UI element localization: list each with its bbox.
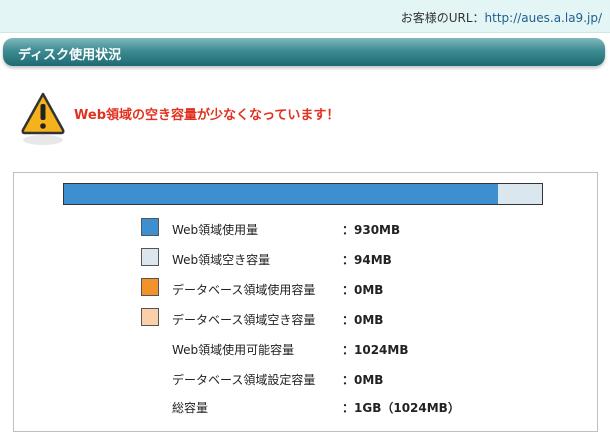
disk-usage-bar <box>63 183 543 205</box>
legend-row: データベース領域空き容量 ：0MB <box>14 307 597 329</box>
customer-url: お客様のURL：http://aues.a.la9.jp/ <box>401 9 602 26</box>
disk-usage-panel: Web領域使用量 ：930MB Web領域空き容量 ：94MB データベース領域使用容量… <box>13 172 598 432</box>
legend-value: ：1GB（1024MB） <box>342 401 460 415</box>
legend-swatch <box>141 218 159 236</box>
legend-value: ：0MB <box>342 313 384 327</box>
legend-label: データベース領域使用容量 <box>172 283 316 297</box>
legend-value: ：94MB <box>342 253 392 267</box>
legend-row: Web領域空き容量 ：94MB <box>14 247 597 269</box>
legend-swatch <box>141 308 159 326</box>
legend-row: 総容量 ：1GB（1024MB） <box>14 395 597 417</box>
legend-label: データベース領域設定容量 <box>172 373 316 387</box>
customer-url-link[interactable]: http://aues.a.la9.jp/ <box>485 11 602 25</box>
legend-value: ：930MB <box>342 223 401 237</box>
legend-label: Web領域空き容量 <box>172 253 271 267</box>
legend-swatch <box>141 248 159 266</box>
legend-value: ：1024MB <box>342 343 409 357</box>
legend-row: データベース領域設定容量 ：0MB <box>14 367 597 389</box>
warning-icon <box>20 90 66 150</box>
legend-swatch <box>141 278 159 296</box>
disk-usage-fill <box>64 184 499 204</box>
section-header: ディスク使用状況 <box>3 38 605 66</box>
legend-label: Web領域使用可能容量 <box>172 343 295 357</box>
legend-row: Web領域使用可能容量 ：1024MB <box>14 337 597 359</box>
legend-value: ：0MB <box>342 283 384 297</box>
legend-row: データベース領域使用容量 ：0MB <box>14 277 597 299</box>
legend-label: Web領域使用量 <box>172 223 259 237</box>
warning-message: Web領域の空き容量が少なくなっています！ <box>74 108 340 123</box>
legend-label: 総容量 <box>172 401 209 415</box>
legend-label: データベース領域空き容量 <box>172 313 316 327</box>
section-title: ディスク使用状況 <box>18 48 122 63</box>
customer-url-label: お客様のURL： <box>400 11 485 25</box>
legend-row: Web領域使用量 ：930MB <box>14 217 597 239</box>
legend-value: ：0MB <box>342 373 384 387</box>
url-bar: お客様のURL：http://aues.a.la9.jp/ <box>0 0 610 33</box>
